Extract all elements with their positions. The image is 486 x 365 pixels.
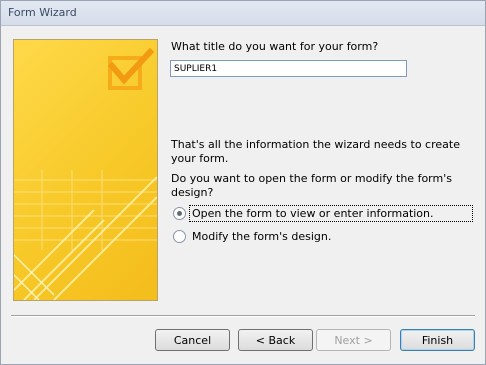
form-wizard-window: Form Wizard What title do you want for y… (0, 0, 486, 365)
radio-button[interactable] (173, 229, 186, 243)
info-text: That's all the information the wizard ne… (171, 138, 460, 165)
back-button[interactable]: < Back (238, 329, 313, 351)
wizard-body: What title do you want for your form? Th… (1, 26, 485, 364)
form-title-input[interactable] (170, 60, 407, 77)
finish-button[interactable]: Finish (400, 329, 475, 351)
separator (11, 315, 475, 317)
title-bar[interactable]: Form Wizard (1, 1, 485, 26)
open-question: Do you want to open the form or modify t… (171, 172, 452, 199)
open-form-option[interactable]: Open the form to view or enter informati… (173, 204, 473, 222)
cancel-button[interactable]: Cancel (155, 329, 230, 351)
wizard-illustration (13, 39, 158, 301)
modify-design-label: Modify the form's design. (192, 229, 332, 243)
modify-design-option[interactable]: Modify the form's design. (173, 228, 333, 244)
form-checkmark-icon (14, 47, 157, 300)
title-question: What title do you want for your form? (171, 40, 379, 53)
open-form-label: Open the form to view or enter informati… (189, 204, 473, 222)
next-button[interactable]: Next > (316, 329, 391, 351)
radio-button-selected[interactable] (173, 206, 186, 220)
window-title: Form Wizard (8, 6, 77, 19)
